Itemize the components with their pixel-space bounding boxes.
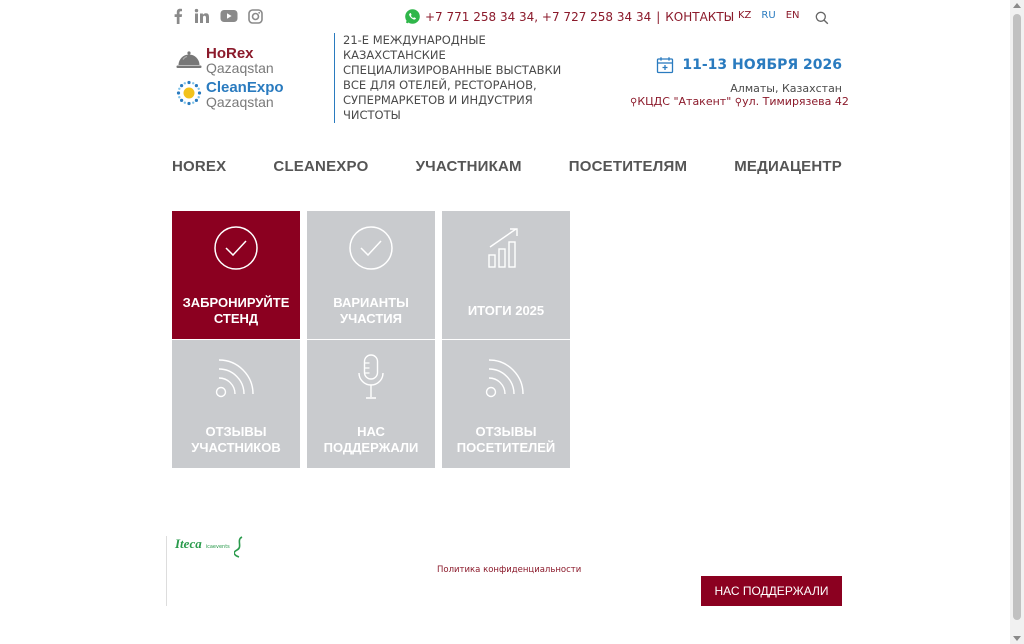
whatsapp-icon[interactable]: [404, 8, 421, 25]
phone-numbers[interactable]: +7 771 258 34 34, +7 727 258 34 34: [425, 10, 651, 24]
horex-logo-line1: HoRex: [206, 45, 254, 62]
cleanexpo-logo-line2: Qazaqstan: [206, 94, 274, 110]
site-logos[interactable]: HoRex Qazaqstan CleanExpo Qazaqstan: [176, 44, 321, 114]
icaevents-logo[interactable]: icaevents: [206, 544, 230, 550]
growth-chart-icon: [486, 225, 526, 271]
event-venue[interactable]: КЦДС "Атакент": [637, 95, 731, 108]
lang-en[interactable]: EN: [786, 10, 800, 21]
nav-item-horex[interactable]: HOREX: [172, 158, 226, 175]
nav-item-mediacenter[interactable]: МЕДИАЦЕНТР: [734, 158, 842, 175]
tile-label: ВАРИАНТЫ УЧАСТИЯ: [333, 295, 409, 326]
linkedin-icon[interactable]: [194, 8, 210, 24]
tile-book-stand[interactable]: ЗАБРОНИРУЙТЕ СТЕНД: [172, 211, 300, 339]
exhibition-tagline: 21-Е МЕЖДУНАРОДНЫЕ КАЗАХСТАНСКИЕ СПЕЦИАЛ…: [334, 33, 574, 123]
tile-participation-options[interactable]: ВАРИАНТЫ УЧАСТИЯ: [307, 211, 435, 339]
icaevents-swoosh-icon: [233, 536, 244, 562]
check-circle-icon: [348, 225, 394, 271]
contacts-link[interactable]: КОНТАКТЫ: [665, 10, 734, 24]
contacts-separator: |: [656, 9, 661, 24]
main-navigation: HOREX CLEANEXPO УЧАСТНИКАМ ПОСЕТИТЕЛЯМ М…: [172, 158, 842, 175]
tile-label: ЗАБРОНИРУЙТЕ СТЕНД: [182, 295, 290, 326]
top-bar: +7 771 258 34 34, +7 727 258 34 34 | КОН…: [172, 8, 842, 26]
scroll-up-icon[interactable]: [1013, 3, 1021, 8]
supported-us-button[interactable]: НАС ПОДДЕРЖАЛИ: [701, 576, 842, 606]
tile-label: НАС ПОДДЕРЖАЛИ: [323, 424, 419, 455]
search-icon[interactable]: [815, 10, 829, 29]
page-scrollbar[interactable]: [1010, 0, 1024, 644]
cloche-icon: [176, 48, 202, 74]
cleanexpo-logo[interactable]: CleanExpo Qazaqstan: [176, 78, 321, 112]
event-date: 11-13 НОЯБРЯ 2026: [682, 57, 842, 73]
tile-visitor-reviews[interactable]: ОТЗЫВЫ ПОСЕТИТЕЛЕЙ: [442, 340, 570, 468]
cleanexpo-logo-line1: CleanExpo: [206, 79, 284, 96]
tile-results-2025[interactable]: ИТОГИ 2025: [442, 211, 570, 339]
horex-logo[interactable]: HoRex Qazaqstan: [176, 44, 321, 78]
event-info: 11-13 НОЯБРЯ 2026 Алматы, Казахстан ⚲КЦД…: [630, 56, 849, 108]
footer-logos: Iteca icaevents: [166, 536, 244, 606]
privacy-policy-link[interactable]: Политика конфиденциальности: [437, 565, 581, 575]
tile-label: ОТЗЫВЫ ПОСЕТИТЕЛЕЙ: [456, 424, 556, 455]
language-switcher: KZ RU EN: [738, 10, 800, 21]
calendar-icon: [656, 56, 674, 74]
instagram-icon[interactable]: [248, 8, 263, 24]
horex-logo-line2: Qazaqstan: [206, 60, 274, 76]
check-circle-icon: [213, 225, 259, 271]
youtube-icon[interactable]: [220, 9, 238, 23]
microphone-icon: [356, 354, 386, 400]
tile-participant-reviews[interactable]: ОТЗЫВЫ УЧАСТНИКОВ: [172, 340, 300, 468]
social-links: [172, 8, 263, 24]
lang-kz[interactable]: KZ: [738, 10, 751, 21]
iteca-logo[interactable]: Iteca: [175, 536, 202, 552]
map-pin-icon: ⚲: [734, 97, 743, 108]
nav-item-participants[interactable]: УЧАСТНИКАМ: [416, 158, 522, 175]
tile-label: ИТОГИ 2025: [467, 303, 545, 318]
nav-item-visitors[interactable]: ПОСЕТИТЕЛЯМ: [569, 158, 687, 175]
signal-waves-icon: [483, 354, 529, 400]
nav-item-cleanexpo[interactable]: CLEANEXPO: [273, 158, 368, 175]
tile-supported-us[interactable]: НАС ПОДДЕРЖАЛИ: [307, 340, 435, 468]
scroll-down-icon[interactable]: [1013, 636, 1021, 641]
tile-label: ОТЗЫВЫ УЧАСТНИКОВ: [191, 424, 281, 455]
quick-links-grid: ЗАБРОНИРУЙТЕ СТЕНД ВАРИАНТЫ УЧАСТИЯ ИТОГ…: [172, 211, 572, 468]
event-address[interactable]: ул. Тимирязева 42: [742, 95, 849, 108]
facebook-icon[interactable]: [172, 8, 184, 24]
scrollbar-thumb[interactable]: [1013, 14, 1021, 620]
signal-waves-icon: [213, 354, 259, 400]
contacts-bar: +7 771 258 34 34, +7 727 258 34 34 | КОН…: [404, 8, 734, 25]
lang-ru[interactable]: RU: [761, 10, 775, 21]
sun-icon: [176, 80, 202, 110]
event-city: Алматы, Казахстан: [730, 82, 842, 95]
